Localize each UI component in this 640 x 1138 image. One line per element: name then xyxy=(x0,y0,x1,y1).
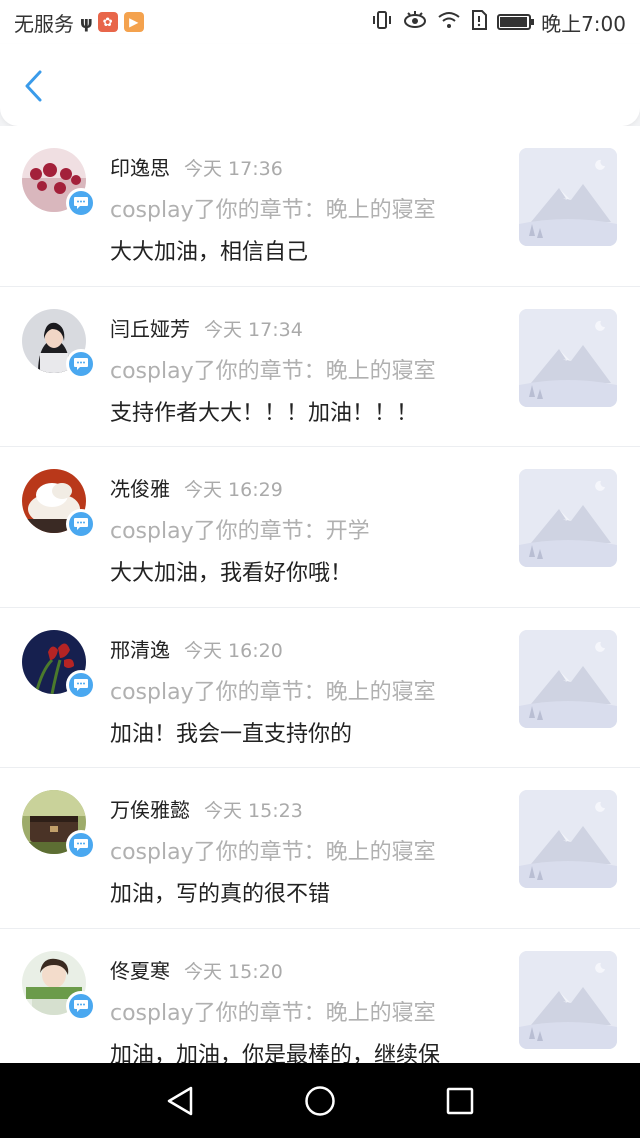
image-placeholder-icon xyxy=(519,148,617,246)
usb-signal-icon: ψ xyxy=(80,12,93,32)
timestamp: 今天 16:29 xyxy=(184,479,283,501)
list-item[interactable]: 佟夏寒 今天 15:20 cosplay了你的章节：晚上的寝室 加油，加油，你是… xyxy=(0,928,640,1064)
avatar[interactable] xyxy=(22,790,96,860)
timestamp: 今天 17:36 xyxy=(184,158,283,180)
list-item[interactable]: 印逸思 今天 17:36 cosplay了你的章节：晚上的寝室 大大加油，相信自… xyxy=(0,126,640,287)
username[interactable]: 冼俊雅 xyxy=(110,473,170,502)
comment-list: 印逸思 今天 17:36 cosplay了你的章节：晚上的寝室 大大加油，相信自… xyxy=(0,126,640,1063)
list-item[interactable]: 邢清逸 今天 16:20 cosplay了你的章节：晚上的寝室 加油！我会一直支… xyxy=(0,607,640,768)
nav-back-button[interactable] xyxy=(150,1071,210,1131)
battery-icon xyxy=(497,14,535,30)
username[interactable]: 邢清逸 xyxy=(110,634,170,663)
status-bar: 无服务 ψ ✿ ▶ 晚上7:00 xyxy=(0,0,640,44)
comment-badge-icon xyxy=(66,669,96,700)
chapter-context: cosplay了你的章节：晚上的寝室 xyxy=(110,358,436,384)
username[interactable]: 万俟雅懿 xyxy=(110,794,190,823)
chevron-left-icon xyxy=(25,70,42,102)
timestamp: 今天 16:20 xyxy=(184,639,283,662)
chapter-context: cosplay了你的章节：晚上的寝室 xyxy=(110,679,436,705)
comment-message: 加油，加油，你是最棒的，继续保 xyxy=(110,1042,441,1064)
nav-home-circle-icon xyxy=(305,1085,335,1116)
chapter-context: cosplay了你的章节：晚上的寝室 xyxy=(110,198,436,223)
timestamp: 今天 15:20 xyxy=(184,960,283,983)
video-app-icon: ▶ xyxy=(123,12,144,32)
chapter-context: cosplay了你的章节：晚上的寝室 xyxy=(110,840,436,865)
comment-badge-icon xyxy=(66,990,96,1021)
comment-badge-icon xyxy=(66,348,96,379)
huawei-app-icon: ✿ xyxy=(97,12,118,32)
sim-alert-icon xyxy=(471,9,488,35)
comment-message: 大大加油，我看好你哦！ xyxy=(110,561,353,586)
system-nav-bar xyxy=(0,1063,640,1138)
chapter-thumbnail[interactable] xyxy=(519,308,617,407)
list-item[interactable]: 万俟雅懿 今天 15:23 cosplay了你的章节：晚上的寝室 加油，写的真的… xyxy=(0,768,640,929)
image-placeholder-icon xyxy=(519,629,617,728)
avatar[interactable] xyxy=(22,950,96,1021)
image-placeholder-icon xyxy=(519,308,617,407)
timestamp: 今天 15:23 xyxy=(204,800,303,822)
wifi-icon xyxy=(437,10,461,34)
chapter-thumbnail[interactable] xyxy=(519,629,617,728)
carrier-label: 无服务 xyxy=(14,11,74,36)
image-placeholder-icon xyxy=(519,469,617,567)
chapter-thumbnail[interactable] xyxy=(519,148,617,246)
list-item[interactable]: 闫丘娅芳 今天 17:34 cosplay了你的章节：晚上的寝室 支持作者大大！… xyxy=(0,286,640,447)
image-placeholder-icon xyxy=(519,790,617,888)
comment-message: 加油！我会一直支持你的 xyxy=(110,721,353,747)
timestamp: 今天 17:34 xyxy=(204,318,303,341)
back-button[interactable] xyxy=(14,66,54,106)
chapter-thumbnail[interactable] xyxy=(519,790,617,888)
list-item[interactable]: 冼俊雅 今天 16:29 cosplay了你的章节：开学 大大加油，我看好你哦！ xyxy=(0,447,640,608)
username[interactable]: 闫丘娅芳 xyxy=(110,313,190,342)
avatar[interactable] xyxy=(22,148,96,218)
eye-comfort-icon xyxy=(403,10,427,34)
nav-recent-button[interactable] xyxy=(430,1071,490,1131)
header xyxy=(0,44,640,126)
avatar[interactable] xyxy=(22,629,96,700)
status-time: 晚上7:00 xyxy=(541,11,626,36)
nav-back-triangle-icon xyxy=(167,1086,193,1115)
nav-recent-square-icon xyxy=(446,1087,474,1114)
username[interactable]: 印逸思 xyxy=(110,152,170,181)
comment-badge-icon xyxy=(66,188,96,218)
chapter-context: cosplay了你的章节：晚上的寝室 xyxy=(110,1000,436,1026)
avatar[interactable] xyxy=(22,469,96,539)
comment-message: 支持作者大大！！！加油！！！ xyxy=(110,400,419,426)
chapter-thumbnail[interactable] xyxy=(519,469,617,567)
avatar[interactable] xyxy=(22,308,96,379)
comment-badge-icon xyxy=(66,830,96,860)
chapter-thumbnail[interactable] xyxy=(519,950,617,1049)
comment-message: 加油，写的真的很不错 xyxy=(110,882,331,907)
nav-home-button[interactable] xyxy=(290,1071,350,1131)
username[interactable]: 佟夏寒 xyxy=(110,955,170,984)
comment-message: 大大加油，相信自己 xyxy=(110,240,309,265)
vibrate-icon xyxy=(371,10,393,35)
comment-badge-icon xyxy=(66,509,96,539)
chapter-context: cosplay了你的章节：开学 xyxy=(110,519,370,544)
image-placeholder-icon xyxy=(519,950,617,1049)
